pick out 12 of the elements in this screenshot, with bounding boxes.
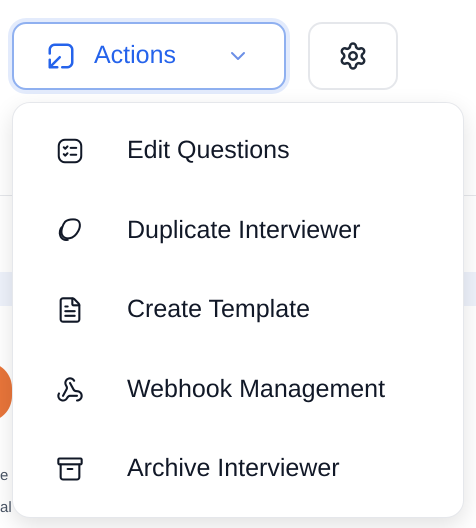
background-text: al (0, 500, 12, 515)
menu-item[interactable]: Archive Interviewer (13, 429, 463, 509)
menu-item[interactable]: Webhook Management (13, 350, 463, 430)
archive-icon (56, 455, 84, 484)
webhook-icon (56, 376, 84, 404)
settings-button[interactable] (308, 22, 398, 90)
arrow-square-icon (46, 41, 76, 71)
menu-item[interactable]: Create Template (13, 270, 463, 350)
background-text: e (0, 468, 8, 483)
settings-icon (338, 41, 368, 71)
menu-item[interactable]: Duplicate Interviewer (13, 190, 463, 270)
menu-item[interactable]: Edit Questions (13, 111, 463, 191)
